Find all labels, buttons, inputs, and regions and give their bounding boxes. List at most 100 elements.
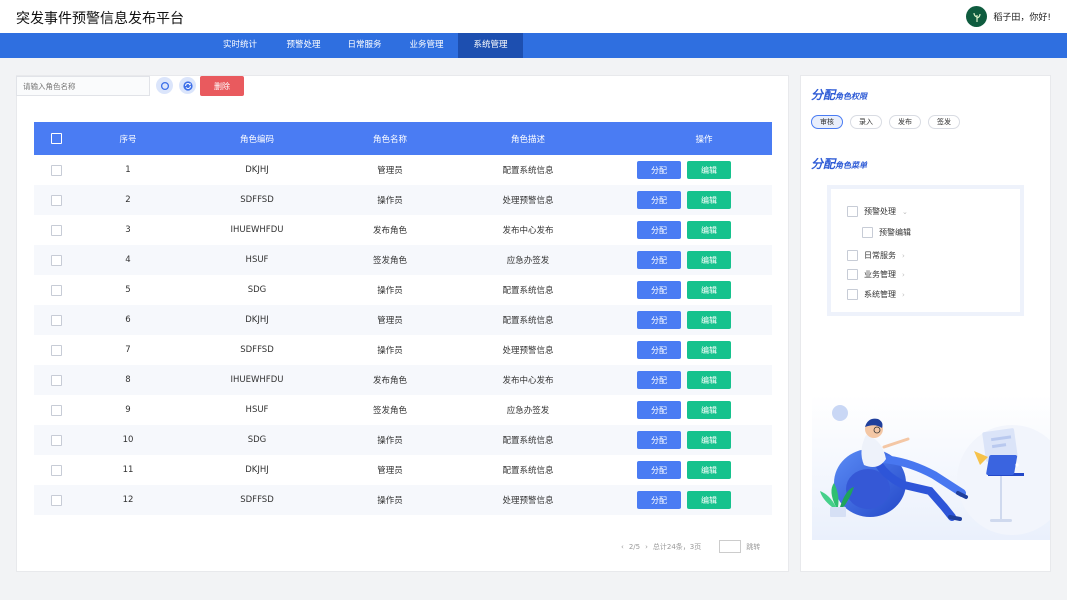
edit-button[interactable]: 编辑	[687, 401, 731, 419]
edit-button[interactable]: 编辑	[687, 491, 731, 509]
menu-item-alert-editing[interactable]: 预警编辑	[862, 227, 911, 238]
checkbox-icon[interactable]	[847, 269, 858, 280]
page-jump-input[interactable]	[719, 540, 742, 553]
cell-role-name: 签发角色	[372, 406, 407, 416]
row-actions: 分配 编辑	[637, 365, 731, 395]
checkbox-icon	[50, 314, 62, 326]
cell-role-desc: 配置系统信息	[502, 286, 554, 296]
row-checkbox[interactable]	[50, 485, 62, 515]
avatar[interactable]	[966, 6, 988, 27]
row-checkbox[interactable]	[50, 245, 62, 275]
assign-button[interactable]: 分配	[637, 251, 681, 269]
assign-button[interactable]: 分配	[637, 221, 681, 239]
menu-item-label: 预警处理	[864, 207, 896, 216]
cell-no: 4	[125, 255, 131, 265]
row-checkbox[interactable]	[50, 455, 62, 485]
assign-button[interactable]: 分配	[637, 431, 681, 449]
row-checkbox[interactable]	[50, 155, 62, 185]
checkbox-icon	[50, 404, 62, 416]
row-checkbox[interactable]	[50, 335, 62, 365]
assign-button[interactable]: 分配	[637, 191, 681, 209]
cell-role-code: IHUEWHFDU	[230, 225, 284, 235]
assign-button[interactable]: 分配	[637, 461, 681, 479]
cell-role-code: HSUF	[245, 405, 269, 415]
next-page-icon[interactable]: ›	[645, 543, 648, 551]
row-actions: 分配 编辑	[637, 185, 731, 215]
chevron-down-icon[interactable]: ⌄	[902, 208, 908, 216]
row-checkbox[interactable]	[50, 395, 62, 425]
permission-chip-review[interactable]: 审核	[811, 115, 843, 129]
nav-item-alert-processing[interactable]: 预警处理	[275, 33, 332, 58]
cell-role-code: DKJHJ	[245, 315, 269, 325]
search-button[interactable]	[156, 77, 173, 94]
menu-item-label: 业务管理	[864, 270, 896, 279]
column-header-role-code: 角色编码	[239, 134, 274, 145]
menu-item-alert-processing[interactable]: 预警处理 ⌄	[847, 206, 908, 217]
cell-no: 3	[125, 225, 131, 235]
row-checkbox[interactable]	[50, 305, 62, 335]
column-header-role-name: 角色名称	[372, 134, 407, 145]
refresh-button[interactable]	[179, 77, 196, 94]
assign-button[interactable]: 分配	[637, 311, 681, 329]
delete-button[interactable]: 删除	[200, 76, 244, 96]
edit-button[interactable]: 编辑	[687, 281, 731, 299]
rice-sprout-icon	[973, 12, 981, 22]
cell-role-code: DKJHJ	[245, 165, 269, 175]
edit-button[interactable]: 编辑	[687, 161, 731, 179]
edit-button[interactable]: 编辑	[687, 191, 731, 209]
role-name-search-input[interactable]	[16, 76, 150, 96]
cell-role-name: 管理员	[377, 316, 403, 326]
page-indicator: 2/5	[628, 542, 641, 551]
row-actions: 分配 编辑	[637, 245, 731, 275]
edit-button[interactable]: 编辑	[687, 431, 731, 449]
nav-item-business-management[interactable]: 业务管理	[398, 33, 455, 58]
row-checkbox[interactable]	[50, 185, 62, 215]
table-row: 5 SDG 操作员 配置系统信息 分配 编辑	[34, 275, 772, 305]
menu-item-daily-service[interactable]: 日常服务 ›	[847, 250, 905, 261]
nav-item-daily-service[interactable]: 日常服务	[336, 33, 393, 58]
checkbox-icon[interactable]	[847, 206, 858, 217]
menu-item-business-management[interactable]: 业务管理 ›	[847, 269, 905, 280]
chevron-right-icon[interactable]: ›	[902, 252, 905, 260]
cell-role-desc: 应急办签发	[506, 406, 550, 416]
assign-button[interactable]: 分配	[637, 161, 681, 179]
select-all-checkbox[interactable]	[50, 122, 62, 155]
cell-role-code: DKJHJ	[245, 465, 269, 475]
user-info[interactable]: 稻子田，你好!	[966, 6, 1051, 27]
row-checkbox[interactable]	[50, 365, 62, 395]
menu-item-label: 预警编辑	[879, 228, 911, 237]
permission-chip-input[interactable]: 录入	[850, 115, 882, 129]
nav-item-system-management[interactable]: 系统管理	[458, 33, 523, 58]
prev-page-icon[interactable]: ‹	[621, 543, 624, 551]
cell-role-name: 操作员	[377, 286, 403, 296]
row-checkbox[interactable]	[50, 275, 62, 305]
nav-item-realtime-stats[interactable]: 实时统计	[210, 33, 270, 58]
jump-button[interactable]: 跳转	[746, 542, 760, 552]
edit-button[interactable]: 编辑	[687, 221, 731, 239]
chevron-right-icon[interactable]: ›	[902, 291, 905, 299]
checkbox-icon[interactable]	[847, 250, 858, 261]
permission-chip-publish[interactable]: 发布	[889, 115, 921, 129]
edit-button[interactable]: 编辑	[687, 251, 731, 269]
edit-button[interactable]: 编辑	[687, 311, 731, 329]
assign-button[interactable]: 分配	[637, 281, 681, 299]
checkbox-icon[interactable]	[862, 227, 873, 238]
column-header-no: 序号	[119, 134, 137, 145]
permission-chip-sign[interactable]: 签发	[928, 115, 960, 129]
row-checkbox[interactable]	[50, 215, 62, 245]
menu-item-label: 日常服务	[864, 251, 896, 260]
assign-button[interactable]: 分配	[637, 491, 681, 509]
table-body: 1 DKJHJ 管理员 配置系统信息 分配 编辑 2 SDFFSD 操作员 处理预警信息 分配 编辑 3…	[34, 155, 772, 515]
assign-button[interactable]: 分配	[637, 341, 681, 359]
cell-role-name: 操作员	[377, 346, 403, 356]
menu-item-system-management[interactable]: 系统管理 ›	[847, 289, 905, 300]
edit-button[interactable]: 编辑	[687, 341, 731, 359]
chevron-right-icon[interactable]: ›	[902, 271, 905, 279]
assign-button[interactable]: 分配	[637, 401, 681, 419]
row-checkbox[interactable]	[50, 425, 62, 455]
assign-button[interactable]: 分配	[637, 371, 681, 389]
edit-button[interactable]: 编辑	[687, 371, 731, 389]
checkbox-icon	[50, 494, 62, 506]
edit-button[interactable]: 编辑	[687, 461, 731, 479]
checkbox-icon[interactable]	[847, 289, 858, 300]
